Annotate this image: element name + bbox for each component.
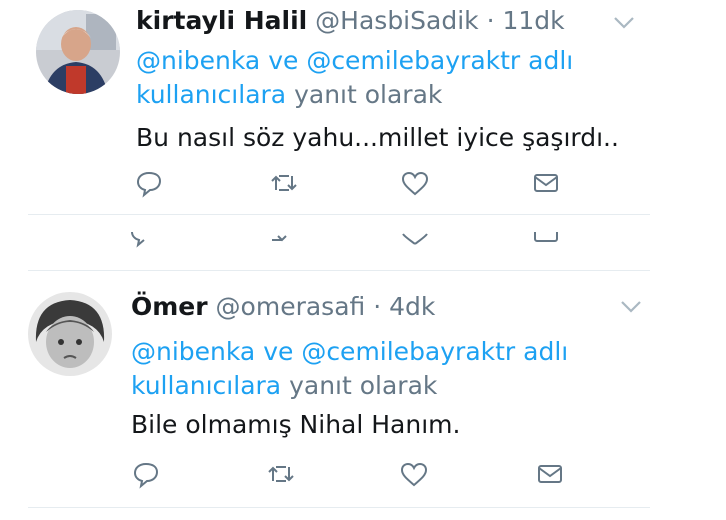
chevron-down-icon[interactable] [620, 300, 642, 314]
clipped-tweet-actions [0, 232, 650, 248]
reply-icon [133, 462, 159, 489]
divider [28, 507, 650, 508]
like-button[interactable] [399, 459, 429, 489]
author-name[interactable]: Ömer [131, 292, 208, 321]
reply-button[interactable] [134, 168, 164, 198]
separator-dot: · [486, 6, 495, 35]
tweet-actions [131, 459, 571, 489]
avatar[interactable] [28, 292, 112, 376]
tweet-2[interactable]: Ömer @omerasafi · 4dk @nibenka ve @cemil… [0, 272, 650, 507]
author-handle[interactable]: @HasbiSadik [315, 6, 478, 35]
reply-suffix: yanıt olarak [294, 80, 443, 109]
chevron-down-icon[interactable] [613, 16, 635, 30]
message-icon [534, 174, 558, 192]
divider [28, 214, 650, 215]
message-icon [538, 465, 562, 483]
retweet-button[interactable] [269, 168, 299, 198]
reply-icon [136, 171, 162, 198]
retweet-icon [268, 466, 294, 482]
separator-dot: · [373, 292, 382, 321]
tweet-text: Bu nasıl söz yahu...millet iyice şaşırdı… [136, 123, 619, 152]
author-handle[interactable]: @omerasafi [216, 292, 366, 321]
reply-suffix: yanıt olarak [289, 371, 438, 400]
like-icon [400, 462, 428, 487]
divider [28, 270, 650, 271]
tweet-1[interactable]: kirtayli Halil @HasbiSadik · 11dk @niben… [0, 0, 650, 214]
direct-message-button[interactable] [535, 459, 565, 489]
like-button[interactable] [400, 168, 430, 198]
reply-context: @nibenka ve @cemilebayraktr adlı kullanı… [136, 44, 606, 112]
author-name[interactable]: kirtayli Halil [136, 6, 307, 35]
timestamp[interactable]: 4dk [389, 292, 435, 321]
reply-button[interactable] [131, 459, 161, 489]
retweet-icon [271, 175, 297, 191]
avatar[interactable] [36, 10, 120, 94]
retweet-button[interactable] [266, 459, 296, 489]
like-icon [401, 171, 429, 196]
tweet-actions [134, 168, 574, 198]
direct-message-button[interactable] [531, 168, 561, 198]
reply-context: @nibenka ve @cemilebayraktr adlı kullanı… [131, 335, 601, 403]
tweet-text: Bile olmamış Nihal Hanım. [131, 410, 461, 439]
timestamp[interactable]: 11dk [502, 6, 564, 35]
